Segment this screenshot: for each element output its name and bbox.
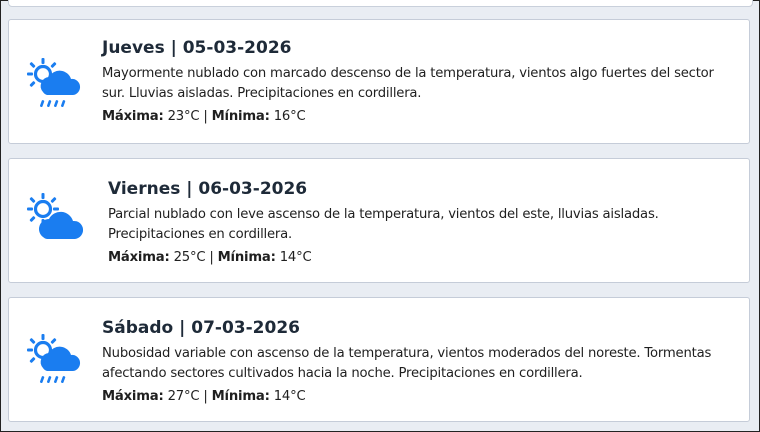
forecast-description: Nubosidad variable con ascenso de la tem… [102,346,712,381]
max-value: 27°C [167,389,200,404]
forecast-card-friday: Viernes | 06-03-2026 Parcial nublado con… [8,158,750,283]
forecast-description: Parcial nublado con leve ascenso de la t… [108,207,659,242]
min-value: 14°C [279,250,312,265]
forecast-day-title: Sábado | 07-03-2026 [102,318,300,338]
forecast-body: Sábado | 07-03-2026 Nubosidad variable c… [102,318,733,407]
max-value: 25°C [173,250,206,265]
min-value: 16°C [273,109,306,124]
max-label: Máxima: [108,250,170,265]
sun-cloud-rain-icon [23,330,87,394]
max-label: Máxima: [102,389,164,404]
forecast-temperatures: Máxima: 27°C | Mínima: 14°C [102,387,733,407]
min-value: 14°C [273,389,306,404]
forecast-body: Jueves | 05-03-2026 Mayormente nublado c… [102,38,733,127]
temp-separator: | [203,109,208,124]
temp-separator: | [209,250,214,265]
temp-separator: | [203,389,208,404]
forecast-card-thursday: Jueves | 05-03-2026 Mayormente nublado c… [8,19,750,144]
previous-card-edge [8,0,753,7]
forecast-day-title: Jueves | 05-03-2026 [102,38,292,58]
forecast-description: Mayormente nublado con marcado descenso … [102,66,714,101]
min-label: Mínima: [217,250,276,265]
max-label: Máxima: [102,109,164,124]
max-value: 23°C [167,109,200,124]
min-label: Mínima: [211,109,270,124]
forecast-body: Viernes | 06-03-2026 Parcial nublado con… [108,179,733,268]
forecast-temperatures: Máxima: 23°C | Mínima: 16°C [102,107,733,127]
forecast-card-saturday: Sábado | 07-03-2026 Nubosidad variable c… [8,297,750,422]
forecast-temperatures: Máxima: 25°C | Mínima: 14°C [108,248,733,268]
min-label: Mínima: [211,389,270,404]
sun-cloud-icon [23,189,87,253]
sun-cloud-rain-icon [23,54,87,118]
forecast-day-title: Viernes | 06-03-2026 [108,179,308,199]
